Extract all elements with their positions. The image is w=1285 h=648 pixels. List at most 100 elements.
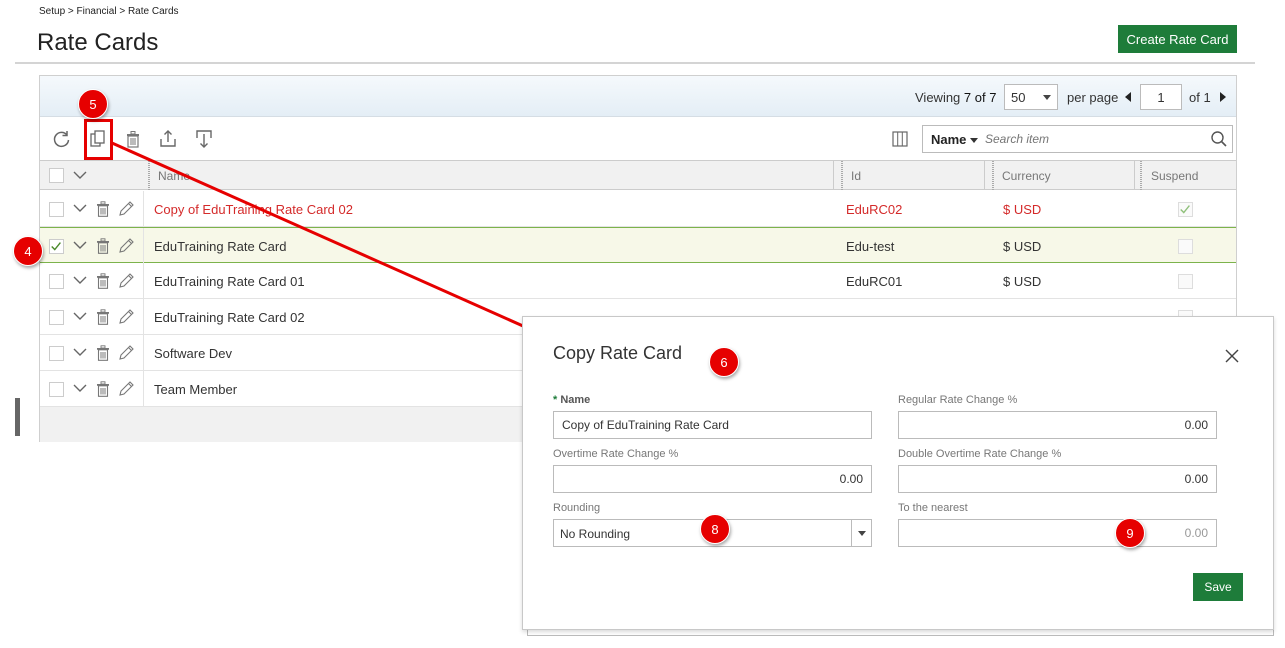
regular-rate-field[interactable] [898,411,1217,439]
table-row[interactable]: EduTraining Rate Card 01 EduRC01 $ USD [40,263,1236,299]
edit-icon[interactable] [117,200,135,218]
delete-icon[interactable] [94,237,112,255]
required-mark: * [553,394,558,406]
row-checkbox[interactable] [49,202,64,217]
chevron-down-icon[interactable] [73,273,87,287]
row-divider [143,335,144,370]
select-all-checkbox[interactable] [49,168,64,183]
delete-icon[interactable] [123,129,143,149]
cell-name[interactable]: Team Member [154,382,237,397]
row-checkbox[interactable] [49,274,64,289]
step-marker: 8 [700,514,730,544]
refresh-icon[interactable] [52,129,72,149]
previous-page-icon[interactable] [1125,92,1131,102]
table-row[interactable]: Copy of EduTraining Rate Card 02 EduRC02 $… [40,191,1236,227]
cell-name[interactable]: EduTraining Rate Card [154,239,286,254]
search-field-select[interactable]: Name [931,132,966,147]
delete-icon[interactable] [94,272,112,290]
chevron-down-icon[interactable] [73,345,87,359]
cell-currency: $ USD [1003,274,1042,289]
grid-header: Name Id Currency Suspend [40,160,1236,190]
chevron-down-icon[interactable] [73,201,87,215]
close-icon[interactable] [1223,347,1241,365]
row-checkbox[interactable] [49,382,64,397]
delete-icon[interactable] [94,344,112,362]
column-header-name[interactable]: Name [158,169,190,183]
row-divider [143,228,144,263]
suspend-checkbox[interactable] [1178,202,1193,217]
cell-currency: $ USD [1003,202,1042,217]
row-checkbox[interactable] [49,346,64,361]
viewing-text: Viewing 7 of 7 [915,90,996,105]
column-divider [1134,161,1135,190]
columns-icon[interactable] [892,131,908,147]
pager-bar: Viewing 7 of 7 50 per page 1 of 1 [40,76,1236,117]
row-checkbox[interactable] [49,239,64,254]
name-field-label: * Name [553,394,590,406]
column-header-suspend[interactable]: Suspend [1151,169,1198,183]
edit-icon[interactable] [117,344,135,362]
suspend-checkbox[interactable] [1178,239,1193,254]
grid-toolbar: Name [40,118,1236,160]
viewing-label: Viewing [915,90,961,105]
save-button[interactable]: Save [1193,573,1243,601]
cell-name[interactable]: Software Dev [154,346,232,361]
create-rate-card-button[interactable]: Create Rate Card [1118,25,1237,53]
cell-name[interactable]: Copy of EduTraining Rate Card 02 [154,202,353,217]
step-marker: 5 [78,89,108,119]
import-icon[interactable] [194,129,214,149]
delete-icon[interactable] [94,200,112,218]
rounding-dropdown-button[interactable] [851,520,871,546]
search-input[interactable] [985,130,1200,148]
column-resize-handle[interactable] [148,161,150,190]
chevron-down-icon[interactable] [73,381,87,395]
row-divider [143,191,144,226]
column-divider [984,161,985,190]
header-divider [15,62,1255,64]
column-resize-handle[interactable] [1140,161,1142,190]
table-row[interactable]: EduTraining Rate Card Edu-test $ USD [40,227,1236,263]
cell-currency: $ USD [1003,239,1042,254]
column-resize-handle[interactable] [992,161,994,190]
per-page-select[interactable]: 50 [1004,84,1058,110]
chevron-down-icon[interactable] [73,170,87,180]
delete-icon[interactable] [94,380,112,398]
edit-icon[interactable] [117,308,135,326]
column-header-currency[interactable]: Currency [1002,169,1051,183]
chevron-down-icon[interactable] [73,238,87,252]
nearest-field[interactable] [898,519,1217,547]
per-page-label: per page [1067,90,1119,105]
search-icon[interactable] [1210,130,1228,148]
edit-icon[interactable] [117,380,135,398]
breadcrumb: Setup > Financial > Rate Cards [39,6,179,17]
name-label-text: Name [560,394,591,406]
column-header-id[interactable]: Id [851,169,861,183]
copy-icon-highlight [84,119,113,160]
column-resize-handle[interactable] [841,161,843,190]
copy-rate-card-dialog: Copy Rate Card * Name Regular Rate Chang… [522,316,1274,630]
page-number-input[interactable]: 1 [1140,84,1182,110]
row-checkbox[interactable] [49,310,64,325]
edit-icon[interactable] [117,237,135,255]
regular-rate-label: Regular Rate Change % [898,394,1018,406]
cell-name[interactable]: EduTraining Rate Card 02 [154,310,305,325]
row-divider [143,299,144,334]
overtime-rate-field[interactable] [553,465,872,493]
page-title: Rate Cards [37,29,159,56]
cell-name[interactable]: EduTraining Rate Card 01 [154,274,305,289]
delete-icon[interactable] [94,308,112,326]
name-field[interactable] [553,411,872,439]
nearest-label: To the nearest [898,502,968,514]
rounding-label: Rounding [553,502,601,514]
export-icon[interactable] [158,129,178,149]
chevron-down-icon[interactable] [73,309,87,323]
page-total-label: of 1 [1189,90,1211,105]
edit-icon[interactable] [117,272,135,290]
double-overtime-rate-field[interactable] [898,465,1217,493]
row-divider [143,263,144,298]
sidebar-collapse-handle[interactable] [15,398,20,436]
suspend-checkbox[interactable] [1178,274,1193,289]
chevron-down-icon[interactable] [970,138,978,143]
step-marker: 9 [1115,518,1145,548]
next-page-icon[interactable] [1220,92,1226,102]
